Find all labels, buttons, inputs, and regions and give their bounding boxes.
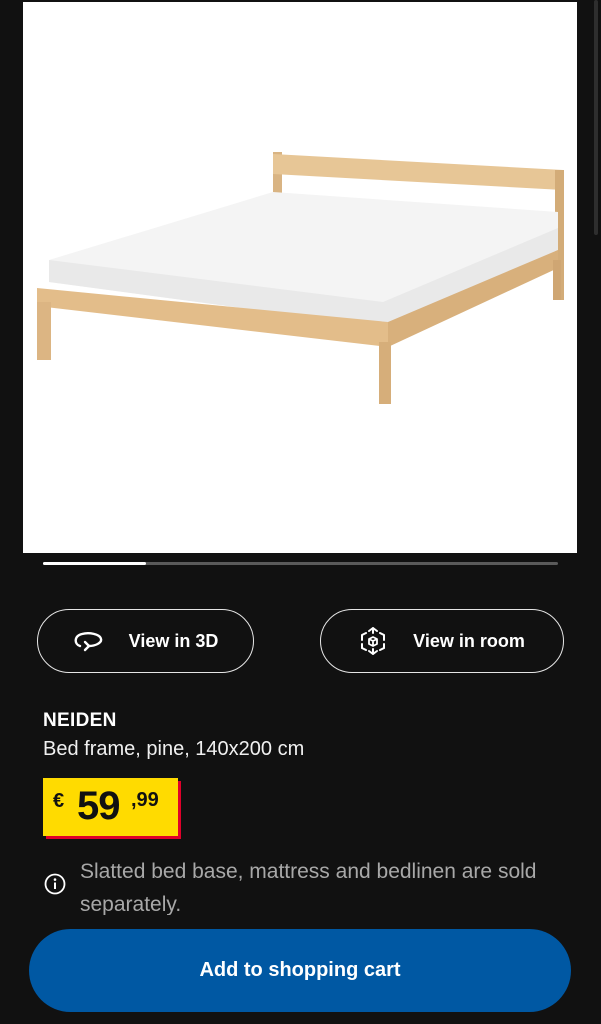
price-currency: € — [53, 790, 65, 812]
view-in-3d-label: View in 3D — [128, 630, 219, 651]
add-to-cart-button[interactable]: Add to shopping cart — [29, 929, 571, 1012]
price-tag: € 59 ,99 — [43, 778, 178, 836]
page-scrollbar[interactable] — [594, 0, 598, 235]
product-image[interactable] — [23, 2, 577, 553]
view-in-room-button[interactable]: View in room — [320, 609, 564, 673]
sold-separately-notice: Slatted bed base, mattress and bedlinen … — [80, 860, 537, 915]
info-icon — [44, 873, 66, 900]
ar-cube-icon — [359, 626, 387, 656]
carousel-progress — [43, 562, 146, 565]
price-decimal: ,99 — [131, 789, 159, 811]
image-carousel-indicator — [43, 562, 558, 565]
price-integer: 59 — [77, 784, 120, 828]
rotate-3d-icon — [73, 630, 103, 652]
view-in-3d-button[interactable]: View in 3D — [37, 609, 254, 673]
product-name: NEIDEN — [43, 710, 117, 731]
add-to-cart-label: Add to shopping cart — [199, 959, 401, 981]
product-description: Bed frame, pine, 140x200 cm — [43, 738, 305, 760]
view-in-room-label: View in room — [413, 630, 525, 651]
